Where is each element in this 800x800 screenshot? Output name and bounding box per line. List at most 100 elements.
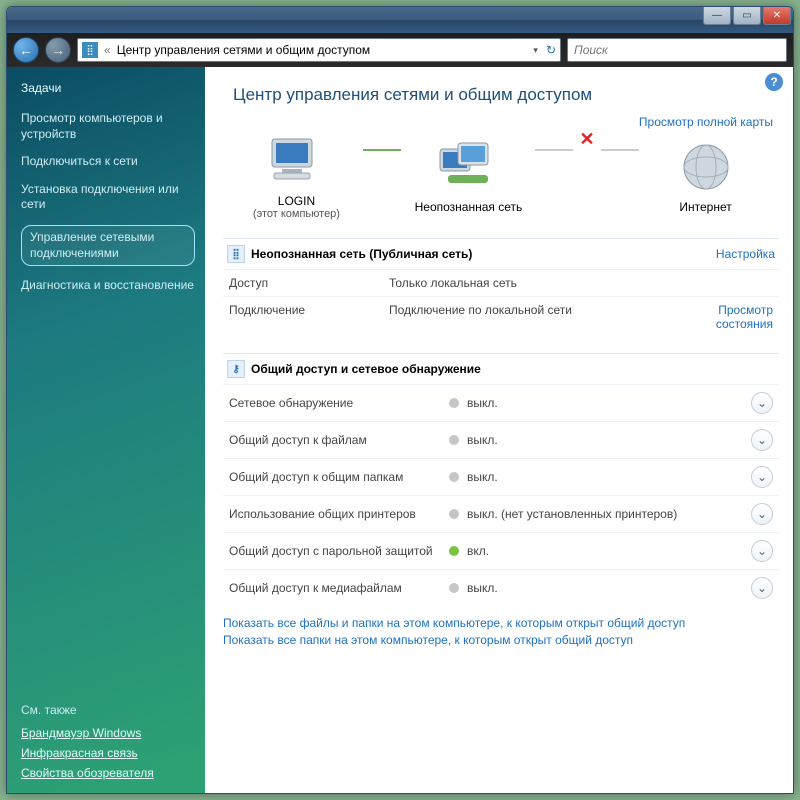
computer-icon <box>266 135 326 187</box>
info-key: Доступ <box>229 276 389 290</box>
sidebar-link-firewall[interactable]: Брандмауэр Windows <box>21 726 195 740</box>
status-dot-icon <box>449 435 459 445</box>
chevron-down-icon: ⌄ <box>757 433 767 447</box>
info-key: Подключение <box>229 303 389 331</box>
node-this-pc-label: LOGIN <box>241 194 351 208</box>
arrow-left-icon: ← <box>19 42 33 58</box>
sidebar-see-also: См. также <box>21 703 195 717</box>
info-value: Подключение по локальной сети <box>389 303 663 331</box>
search-box[interactable] <box>567 38 787 62</box>
sharing-key: Общий доступ к медиафайлам <box>229 581 449 596</box>
expand-button[interactable]: ⌄ <box>751 540 773 562</box>
sharing-value: вкл. <box>467 544 751 558</box>
sharing-value: выкл. <box>467 396 751 410</box>
back-button[interactable]: ← <box>13 37 39 63</box>
network-section-header: ⣿ Неопознанная сеть (Публичная сеть) Нас… <box>223 238 779 269</box>
sharing-key: Общий доступ к общим папкам <box>229 470 449 485</box>
sharing-row: Общий доступ с парольной защитой вкл. ⌄ <box>223 532 779 569</box>
search-input[interactable] <box>572 42 782 58</box>
network-icon <box>438 141 498 193</box>
net-link-broken-right <box>601 149 639 151</box>
network-category-icon: ⣿ <box>227 245 245 263</box>
sharing-icon: ⚷ <box>227 360 245 378</box>
sharing-section-header: ⚷ Общий доступ и сетевое обнаружение <box>223 353 779 384</box>
footer-links: Показать все файлы и папки на этом компь… <box>223 616 779 647</box>
sidebar-item-view-computers[interactable]: Просмотр компьютеров и устройств <box>21 111 195 142</box>
chevron-down-icon: ⌄ <box>757 396 767 410</box>
close-button[interactable]: ✕ <box>763 7 791 25</box>
info-value: Только локальная сеть <box>389 276 663 290</box>
sidebar-link-infrared[interactable]: Инфракрасная связь <box>21 746 195 760</box>
node-this-pc-sub: (этот компьютер) <box>241 208 351 220</box>
chevron-down-icon: ⌄ <box>757 507 767 521</box>
addr-dropdown-icon[interactable]: ▾ <box>533 45 538 56</box>
status-dot-icon <box>449 583 459 593</box>
globe-icon <box>680 141 732 193</box>
info-row-connection: Подключение Подключение по локальной сет… <box>223 296 779 337</box>
network-section-title: Неопознанная сеть (Публичная сеть) <box>251 247 472 261</box>
page-title: Центр управления сетями и общим доступом <box>233 85 779 105</box>
sharing-section-title: Общий доступ и сетевое обнаружение <box>251 362 481 376</box>
content-pane: ? Центр управления сетями и общим доступ… <box>205 67 793 793</box>
chevron-down-icon: ⌄ <box>757 470 767 484</box>
x-icon: ✕ <box>579 129 594 150</box>
status-dot-icon <box>449 472 459 482</box>
address-bar[interactable]: ⣿ « Центр управления сетями и общим дост… <box>77 38 561 62</box>
chevron-down-icon: ⌄ <box>757 544 767 558</box>
sidebar-item-setup-connection[interactable]: Установка подключения или сети <box>21 182 195 213</box>
net-link-broken-left <box>535 149 573 151</box>
sharing-key: Сетевое обнаружение <box>229 396 449 411</box>
sharing-row: Сетевое обнаружение выкл. ⌄ <box>223 384 779 421</box>
sharing-value: выкл. (нет установленных принтеров) <box>467 507 751 521</box>
sharing-value: выкл. <box>467 470 751 484</box>
node-network: Неопознанная сеть <box>413 141 523 214</box>
sidebar-item-manage-connections[interactable]: Управление сетевыми подключениями <box>21 225 195 266</box>
sharing-row: Использование общих принтеров выкл. (нет … <box>223 495 779 532</box>
sidebar-link-internet-options[interactable]: Свойства обозревателя <box>21 766 195 780</box>
status-dot-icon <box>449 509 459 519</box>
net-link-ok <box>363 149 401 151</box>
expand-button[interactable]: ⌄ <box>751 392 773 414</box>
status-dot-icon <box>449 546 459 556</box>
network-map: LOGIN (этот компьютер) Неопознанная сеть <box>223 135 779 220</box>
sidebar-item-diagnose[interactable]: Диагностика и восстановление <box>21 278 195 294</box>
status-dot-icon <box>449 398 459 408</box>
minimize-button[interactable]: — <box>703 7 731 25</box>
window-frame: — ▭ ✕ ← → ⣿ « Центр управления сетями и … <box>6 6 794 794</box>
titlebar: — ▭ ✕ <box>7 7 793 33</box>
maximize-button[interactable]: ▭ <box>733 7 761 25</box>
full-map-link[interactable]: Просмотр полной карты <box>639 115 773 129</box>
sidebar-item-connect[interactable]: Подключиться к сети <box>21 154 195 170</box>
info-link[interactable] <box>663 276 773 290</box>
info-row-access: Доступ Только локальная сеть <box>223 269 779 296</box>
sharing-value: выкл. <box>467 581 751 595</box>
sharing-row: Общий доступ к общим папкам выкл. ⌄ <box>223 458 779 495</box>
expand-button[interactable]: ⌄ <box>751 466 773 488</box>
sharing-value: выкл. <box>467 433 751 447</box>
breadcrumb: Центр управления сетями и общим доступом <box>117 43 371 57</box>
node-internet-label: Интернет <box>651 200 761 214</box>
node-network-label: Неопознанная сеть <box>413 200 523 214</box>
sharing-key: Использование общих принтеров <box>229 507 449 522</box>
sharing-row: Общий доступ к файлам выкл. ⌄ <box>223 421 779 458</box>
expand-button[interactable]: ⌄ <box>751 577 773 599</box>
node-internet: Интернет <box>651 141 761 214</box>
expand-button[interactable]: ⌄ <box>751 429 773 451</box>
navbar: ← → ⣿ « Центр управления сетями и общим … <box>7 33 793 67</box>
footer-link-shared-files[interactable]: Показать все файлы и папки на этом компь… <box>223 616 779 630</box>
sharing-row: Общий доступ к медиафайлам выкл. ⌄ <box>223 569 779 606</box>
location-icon: ⣿ <box>82 42 98 58</box>
help-button[interactable]: ? <box>765 73 783 91</box>
forward-button[interactable]: → <box>45 37 71 63</box>
chevron-down-icon: ⌄ <box>757 581 767 595</box>
sidebar: Задачи Просмотр компьютеров и устройств … <box>7 67 205 793</box>
arrow-right-icon: → <box>51 42 65 58</box>
sharing-key: Общий доступ к файлам <box>229 433 449 448</box>
expand-button[interactable]: ⌄ <box>751 503 773 525</box>
customize-link[interactable]: Настройка <box>716 247 775 261</box>
breadcrumb-prefix: « <box>104 43 111 57</box>
footer-link-shared-folders[interactable]: Показать все папки на этом компьютере, к… <box>223 633 779 647</box>
refresh-icon[interactable]: ↻ <box>546 43 556 57</box>
view-status-link[interactable]: Просмотр состояния <box>663 303 773 331</box>
sharing-key: Общий доступ с парольной защитой <box>229 544 449 559</box>
